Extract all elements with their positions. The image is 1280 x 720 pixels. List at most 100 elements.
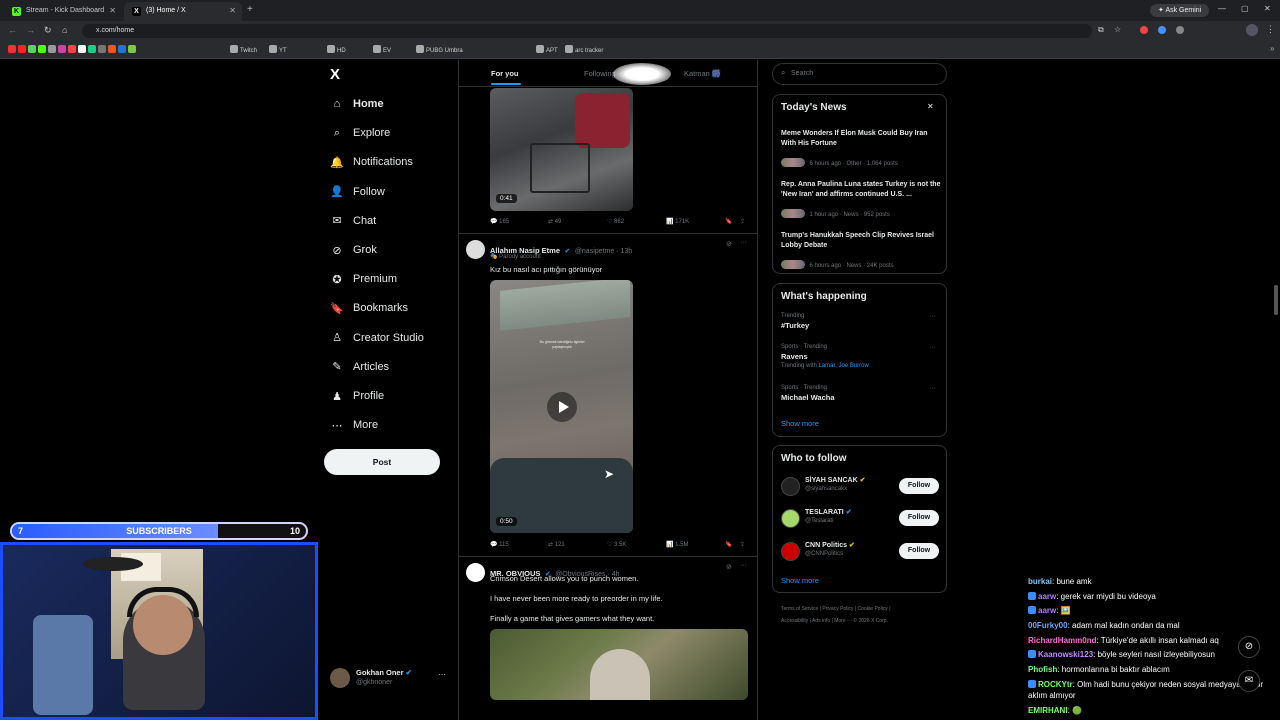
extension-icon[interactable]	[1176, 26, 1184, 34]
video-thumbnail[interactable]: 0:41	[490, 88, 633, 211]
messages-float-icon[interactable]: ✉	[1238, 670, 1260, 692]
close-window-icon[interactable]: ✕	[1264, 4, 1271, 13]
follow-button[interactable]: Follow	[899, 478, 939, 494]
close-tab-icon[interactable]: ✕	[109, 6, 116, 15]
tab-for-you[interactable]: For you	[491, 69, 519, 78]
grok-icon[interactable]: ⊘	[726, 563, 732, 571]
bookmark-icon[interactable]: 🔖	[725, 541, 732, 548]
bookmark-icon-only[interactable]	[8, 45, 138, 54]
url-field[interactable]: x.com/home	[82, 24, 1092, 38]
chat-username[interactable]: RichardHamm0nd	[1028, 636, 1096, 645]
news-item[interactable]: Meme Wonders If Elon Musk Could Buy Iran…	[781, 129, 941, 170]
like-button[interactable]: ♡ 3.5K	[607, 541, 626, 548]
sidebar-item-explore[interactable]: ⌕ Explore	[330, 122, 390, 144]
x-logo[interactable]: X	[330, 66, 340, 83]
bookmarks-more-icon[interactable]: »	[1270, 44, 1274, 53]
footer-link[interactable]: Terms of Service	[781, 606, 818, 612]
account-switcher[interactable]: Gokhan Oner ✔ @gkhnoner ···	[330, 667, 450, 691]
grok-icon[interactable]: ⊘	[726, 240, 732, 248]
bookmark-icon[interactable]: 🔖	[725, 218, 732, 225]
tweet-handle[interactable]: @nasipetme · 13h	[575, 248, 632, 255]
tab-kick-dashboard[interactable]: K Stream - Kick Dashboard ✕	[4, 2, 122, 21]
bookmark-hd[interactable]: HD	[327, 45, 346, 54]
chat-username[interactable]: EMIRHANI	[1028, 706, 1068, 715]
chat-username[interactable]: burkai	[1028, 577, 1052, 586]
search-input[interactable]: ⌕ Search	[772, 63, 947, 85]
extension-icon[interactable]	[1158, 26, 1166, 34]
reload-icon[interactable]: ↻	[44, 25, 52, 36]
sidebar-item-grok[interactable]: ⊘ Grok	[330, 239, 376, 261]
share-icon[interactable]: ⇪	[740, 541, 745, 548]
more-dots-icon[interactable]: ···	[929, 385, 936, 392]
play-button[interactable]	[547, 392, 577, 422]
chat-username[interactable]: Phofish	[1028, 665, 1057, 674]
new-tab-button[interactable]: +	[247, 4, 253, 15]
bookmark-twitch[interactable]: Twitch	[230, 45, 257, 54]
back-icon[interactable]: ←	[8, 25, 17, 35]
footer-link[interactable]: Accessibility	[781, 618, 808, 624]
footer-link[interactable]: More ···	[834, 618, 852, 624]
footer-link[interactable]: Ads info	[812, 618, 830, 624]
grok-float-icon[interactable]: ⊘	[1238, 636, 1260, 658]
follow-button[interactable]: Follow	[899, 543, 939, 559]
bookmark-apt[interactable]: APT	[536, 45, 558, 54]
sidebar-item-articles[interactable]: ✎ Articles	[330, 356, 389, 378]
more-dots-icon[interactable]: ···	[740, 239, 747, 246]
ask-gemini-button[interactable]: ✦ Ask Gemini	[1150, 4, 1210, 17]
more-dots-icon[interactable]: ···	[929, 313, 936, 320]
like-button[interactable]: ♡ 862	[607, 218, 624, 225]
chat-username[interactable]: aarw	[1038, 606, 1056, 615]
more-dots-icon[interactable]: ···	[438, 670, 446, 679]
repost-button[interactable]: ⇄ 121	[548, 541, 565, 548]
bookmark-yt[interactable]: YT	[269, 45, 287, 54]
chat-username[interactable]: 00Furky00	[1028, 621, 1068, 630]
close-icon[interactable]: ✕	[927, 102, 934, 111]
sidebar-item-bookmarks[interactable]: 🔖 Bookmarks	[330, 297, 408, 319]
avatar[interactable]	[466, 563, 485, 582]
home-browser-icon[interactable]: ⌂	[62, 25, 67, 35]
more-dots-icon[interactable]: ···	[929, 344, 936, 351]
footer-link[interactable]: Cookie Policy	[858, 606, 888, 612]
chat-username[interactable]: aarw	[1038, 592, 1056, 601]
trend-related-links[interactable]: Lamar, Joe Burrow	[818, 363, 868, 369]
bookmark-arc-tracker[interactable]: arc tracker	[565, 45, 603, 54]
sidebar-item-follow[interactable]: 👤 Follow	[330, 181, 385, 203]
minimize-icon[interactable]: —	[1218, 4, 1226, 13]
sidebar-item-home[interactable]: ⌂ Home	[330, 93, 384, 115]
trend-item[interactable]: Sports · Trending Michael Wacha ···	[781, 385, 941, 402]
sidebar-item-creator-studio[interactable]: ♙ Creator Studio	[330, 327, 424, 349]
tweet-image[interactable]	[490, 629, 748, 700]
footer-link[interactable]: Privacy Policy	[822, 606, 853, 612]
profile-avatar-icon[interactable]	[1246, 24, 1258, 36]
share-icon[interactable]: ⇪	[740, 218, 745, 225]
scrollbar-thumb[interactable]	[1274, 285, 1278, 315]
sidebar-item-premium[interactable]: ✪ Premium	[330, 268, 397, 290]
reply-button[interactable]: 💬 165	[490, 218, 509, 225]
install-icon[interactable]: ⧉	[1098, 25, 1104, 35]
reply-button[interactable]: 💬 115	[490, 541, 509, 548]
maximize-icon[interactable]: ▢	[1241, 4, 1249, 13]
forward-icon[interactable]: →	[26, 25, 35, 35]
video-thumbnail[interactable]: Bu görmek istediğiniz ilgimizi paylaşmış…	[490, 280, 633, 533]
sidebar-item-more[interactable]: ⋯ More	[330, 414, 379, 436]
tab-following[interactable]: Following	[584, 69, 616, 78]
sidebar-item-chat[interactable]: ✉ Chat	[330, 210, 376, 232]
follow-button[interactable]: Follow	[899, 510, 939, 526]
sidebar-item-notifications[interactable]: 🔔 Notifications	[330, 151, 413, 173]
star-icon[interactable]: ☆	[1114, 25, 1121, 34]
views-button[interactable]: 📊 171K	[666, 218, 689, 225]
news-item[interactable]: Trump's Hanukkah Speech Clip Revives Isr…	[781, 231, 941, 272]
more-dots-icon[interactable]: ···	[740, 562, 747, 569]
bookmark-pubg[interactable]: PUBG Umbra	[416, 45, 463, 54]
tab-katman[interactable]: Katman 🎆	[684, 69, 721, 78]
show-more-link[interactable]: Show more	[781, 576, 819, 585]
show-more-link[interactable]: Show more	[781, 419, 819, 428]
tab-x-home[interactable]: X (3) Home / X ✕	[124, 2, 242, 21]
extension-icon[interactable]	[1140, 26, 1148, 34]
chat-username[interactable]: ROCKYtr	[1038, 680, 1073, 689]
post-button[interactable]: Post	[324, 449, 440, 475]
sidebar-item-profile[interactable]: ♟ Profile	[330, 385, 384, 407]
trend-item[interactable]: Sports · Trending Ravens Trending with Lam…	[781, 344, 941, 369]
repost-button[interactable]: ⇄ 49	[548, 218, 561, 225]
bookmark-ev[interactable]: EV	[373, 45, 391, 54]
